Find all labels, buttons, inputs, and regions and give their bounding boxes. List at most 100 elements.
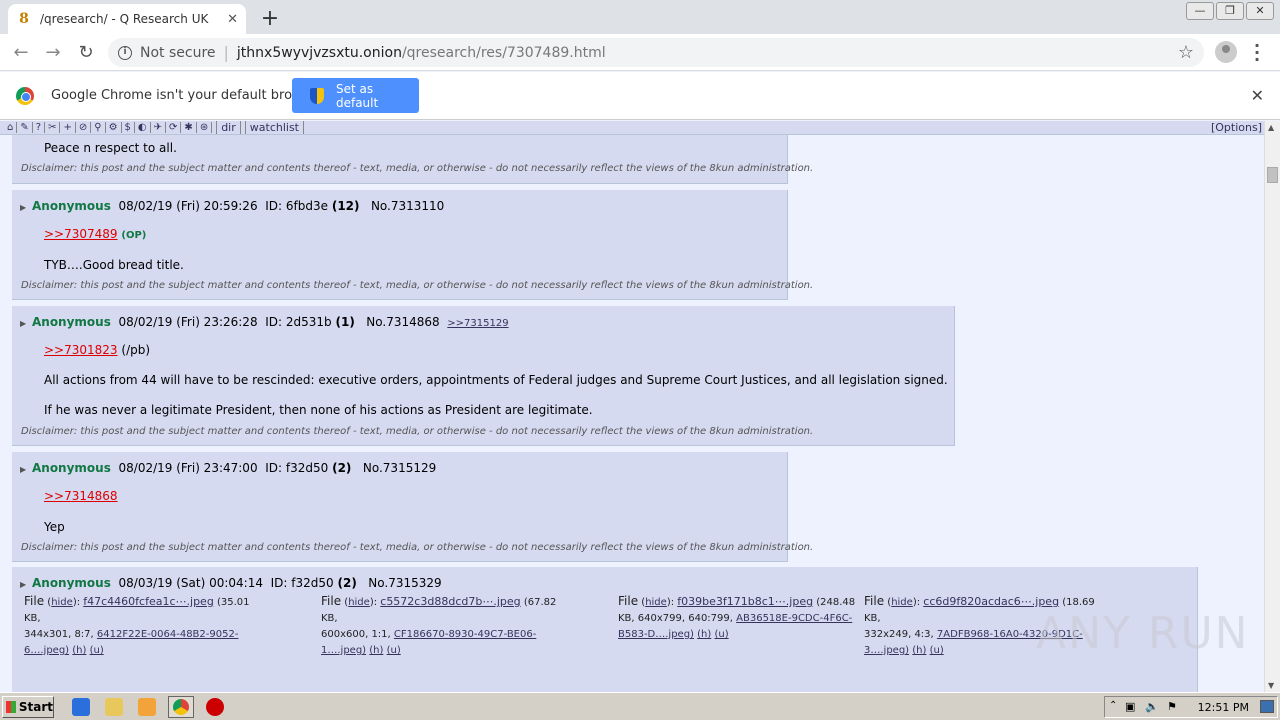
dollar-icon[interactable]: $ bbox=[122, 122, 135, 133]
back-icon[interactable]: ← bbox=[10, 42, 32, 64]
hash-link[interactable]: (h) bbox=[912, 645, 926, 656]
post-intro: ▶ Anonymous 08/02/19 (Fri) 23:47:00 ID: … bbox=[20, 461, 436, 475]
post-date: 08/02/19 (Fri) 23:26:28 bbox=[118, 315, 258, 329]
poster-id[interactable]: f32d50 bbox=[286, 461, 328, 475]
file-explorer-icon[interactable] bbox=[105, 698, 123, 716]
file-info: File (hide): f039be3f171b8c1⋯.jpeg (248.… bbox=[618, 594, 856, 640]
file-info: File (hide): f47c4460fcfea1c⋯.jpeg (35.0… bbox=[24, 594, 250, 656]
file-name-link[interactable]: cc6d9f820acdac6⋯.jpeg bbox=[923, 595, 1059, 608]
unique-link[interactable]: (u) bbox=[930, 645, 944, 656]
address-bar[interactable]: i Not secure | jthnx5wyvjvzsxtu.onion/qr… bbox=[108, 38, 1204, 67]
hash-link[interactable]: (h) bbox=[697, 629, 711, 640]
url-host: jthnx5wyvjvzsxtu.onion bbox=[236, 44, 402, 61]
info-icon[interactable]: i bbox=[118, 45, 132, 60]
file-name-link[interactable]: f039be3f171b8c1⋯.jpeg bbox=[677, 595, 813, 608]
post-number[interactable]: No.7314868 bbox=[366, 315, 439, 329]
reply-backlink[interactable]: >>7315129 bbox=[447, 318, 508, 329]
block-icon[interactable]: ⊘ bbox=[76, 122, 92, 133]
post-count: (2) bbox=[332, 461, 352, 475]
clock[interactable]: 12:51 PM bbox=[1198, 701, 1249, 714]
hide-link[interactable]: hide bbox=[348, 597, 370, 608]
post-reply: Peace n respect to all. Disclaimer: this… bbox=[12, 135, 813, 184]
circle-icon[interactable]: ⊛ bbox=[197, 122, 213, 133]
network-icon[interactable]: ▣ bbox=[1125, 700, 1135, 713]
forward-icon[interactable]: → bbox=[42, 42, 64, 64]
favicon-icon: 8 bbox=[19, 11, 29, 27]
post-menu-arrow-icon[interactable]: ▶ bbox=[20, 319, 26, 328]
stop-icon[interactable] bbox=[206, 698, 224, 716]
quote-link[interactable]: >>7307489 bbox=[44, 227, 118, 241]
unique-link[interactable]: (u) bbox=[387, 645, 401, 656]
maximize-button[interactable]: ❐ bbox=[1216, 2, 1244, 20]
hash-link[interactable]: (h) bbox=[72, 645, 86, 656]
profile-avatar-icon[interactable] bbox=[1215, 41, 1237, 63]
scroll-up-icon[interactable]: ▲ bbox=[1268, 123, 1274, 132]
volume-icon[interactable]: 🔈 bbox=[1145, 700, 1159, 713]
file-dims: 600x600, 1:1, bbox=[321, 629, 391, 640]
quote-link[interactable]: >>7301823 bbox=[44, 343, 118, 357]
post-number[interactable]: No.7313110 bbox=[371, 199, 444, 213]
tag-icon[interactable]: ✎ bbox=[17, 122, 33, 133]
home-icon[interactable]: ⌂ bbox=[4, 122, 18, 133]
post-number[interactable]: No.7315129 bbox=[363, 461, 436, 475]
reload-icon[interactable]: ↻ bbox=[75, 42, 97, 64]
unique-link[interactable]: (u) bbox=[90, 645, 104, 656]
post-quote-line: >>7314868 bbox=[44, 489, 118, 503]
tray-expand-icon[interactable]: ⌃ bbox=[1109, 700, 1117, 711]
unique-link[interactable]: (u) bbox=[714, 629, 728, 640]
watchlist-link[interactable]: watchlist bbox=[244, 121, 304, 134]
contrast-icon[interactable]: ◐ bbox=[135, 122, 151, 133]
tab-close-icon[interactable]: ✕ bbox=[227, 12, 238, 27]
chrome-logo-icon bbox=[16, 87, 34, 105]
post-body-line: All actions from 44 will have to be resc… bbox=[44, 373, 948, 387]
dir-link[interactable]: dir bbox=[216, 121, 241, 134]
random-icon[interactable]: ✂ bbox=[45, 122, 61, 133]
hash-link[interactable]: (h) bbox=[369, 645, 383, 656]
poster-id[interactable]: 2d531b bbox=[286, 315, 332, 329]
help-icon[interactable]: ? bbox=[33, 122, 46, 133]
post-number[interactable]: No.7315329 bbox=[368, 576, 441, 590]
options-link[interactable]: [Options] bbox=[1211, 121, 1262, 134]
new-tab-button[interactable]: + bbox=[258, 6, 282, 31]
search-icon[interactable]: ⚲ bbox=[91, 122, 106, 133]
flag-icon[interactable]: ⚑ bbox=[1167, 700, 1177, 713]
media-player-icon[interactable] bbox=[138, 698, 156, 716]
close-window-button[interactable]: ✕ bbox=[1246, 2, 1274, 20]
tab-title: /qresearch/ - Q Research UK #8: Bo bbox=[40, 12, 210, 26]
show-desktop-icon[interactable] bbox=[1260, 700, 1274, 713]
security-label[interactable]: Not secure bbox=[140, 45, 216, 61]
poster-id[interactable]: f32d50 bbox=[291, 576, 333, 590]
window-controls: — ❐ ✕ bbox=[1184, 2, 1274, 20]
shield-icon bbox=[310, 87, 324, 104]
bug-icon[interactable]: ✱ bbox=[181, 122, 197, 133]
windows-logo-icon bbox=[6, 701, 16, 713]
id-label: ID: bbox=[265, 461, 283, 475]
scroll-down-icon[interactable]: ▼ bbox=[1268, 681, 1274, 690]
file-name-link[interactable]: c5572c3d88dcd7b⋯.jpeg bbox=[380, 595, 520, 608]
twitter-icon[interactable]: ✈ bbox=[151, 122, 167, 133]
set-as-default-button[interactable]: Set as default bbox=[292, 78, 419, 113]
post-menu-arrow-icon[interactable]: ▶ bbox=[20, 580, 26, 589]
start-button[interactable]: Start bbox=[2, 696, 54, 718]
post-menu-arrow-icon[interactable]: ▶ bbox=[20, 203, 26, 212]
post-count: (12) bbox=[331, 199, 360, 213]
chrome-taskbar-button[interactable] bbox=[168, 696, 194, 718]
infobar-close-icon[interactable]: ✕ bbox=[1251, 86, 1264, 105]
internet-explorer-icon[interactable] bbox=[72, 698, 90, 716]
bookmark-star-icon[interactable]: ☆ bbox=[1178, 42, 1194, 63]
scroll-thumb[interactable] bbox=[1267, 167, 1278, 183]
gear-icon[interactable]: ⚙ bbox=[106, 122, 122, 133]
refresh-icon[interactable]: ⟳ bbox=[166, 122, 182, 133]
file-name-link[interactable]: f47c4460fcfea1c⋯.jpeg bbox=[83, 595, 214, 608]
tab-qresearch[interactable]: 8 /qresearch/ - Q Research UK #8: Bo ✕ bbox=[8, 4, 246, 34]
page-scrollbar[interactable]: ▲ ▼ bbox=[1264, 121, 1280, 692]
post-menu-arrow-icon[interactable]: ▶ bbox=[20, 465, 26, 474]
hide-link[interactable]: hide bbox=[645, 597, 667, 608]
hide-link[interactable]: hide bbox=[51, 597, 73, 608]
minimize-button[interactable]: — bbox=[1186, 2, 1214, 20]
create-icon[interactable]: + bbox=[60, 122, 76, 133]
quote-link[interactable]: >>7314868 bbox=[44, 489, 118, 503]
hide-link[interactable]: hide bbox=[891, 597, 913, 608]
poster-id[interactable]: 6fbd3e bbox=[286, 199, 328, 213]
menu-kebab-icon[interactable]: · · · bbox=[1252, 38, 1262, 68]
